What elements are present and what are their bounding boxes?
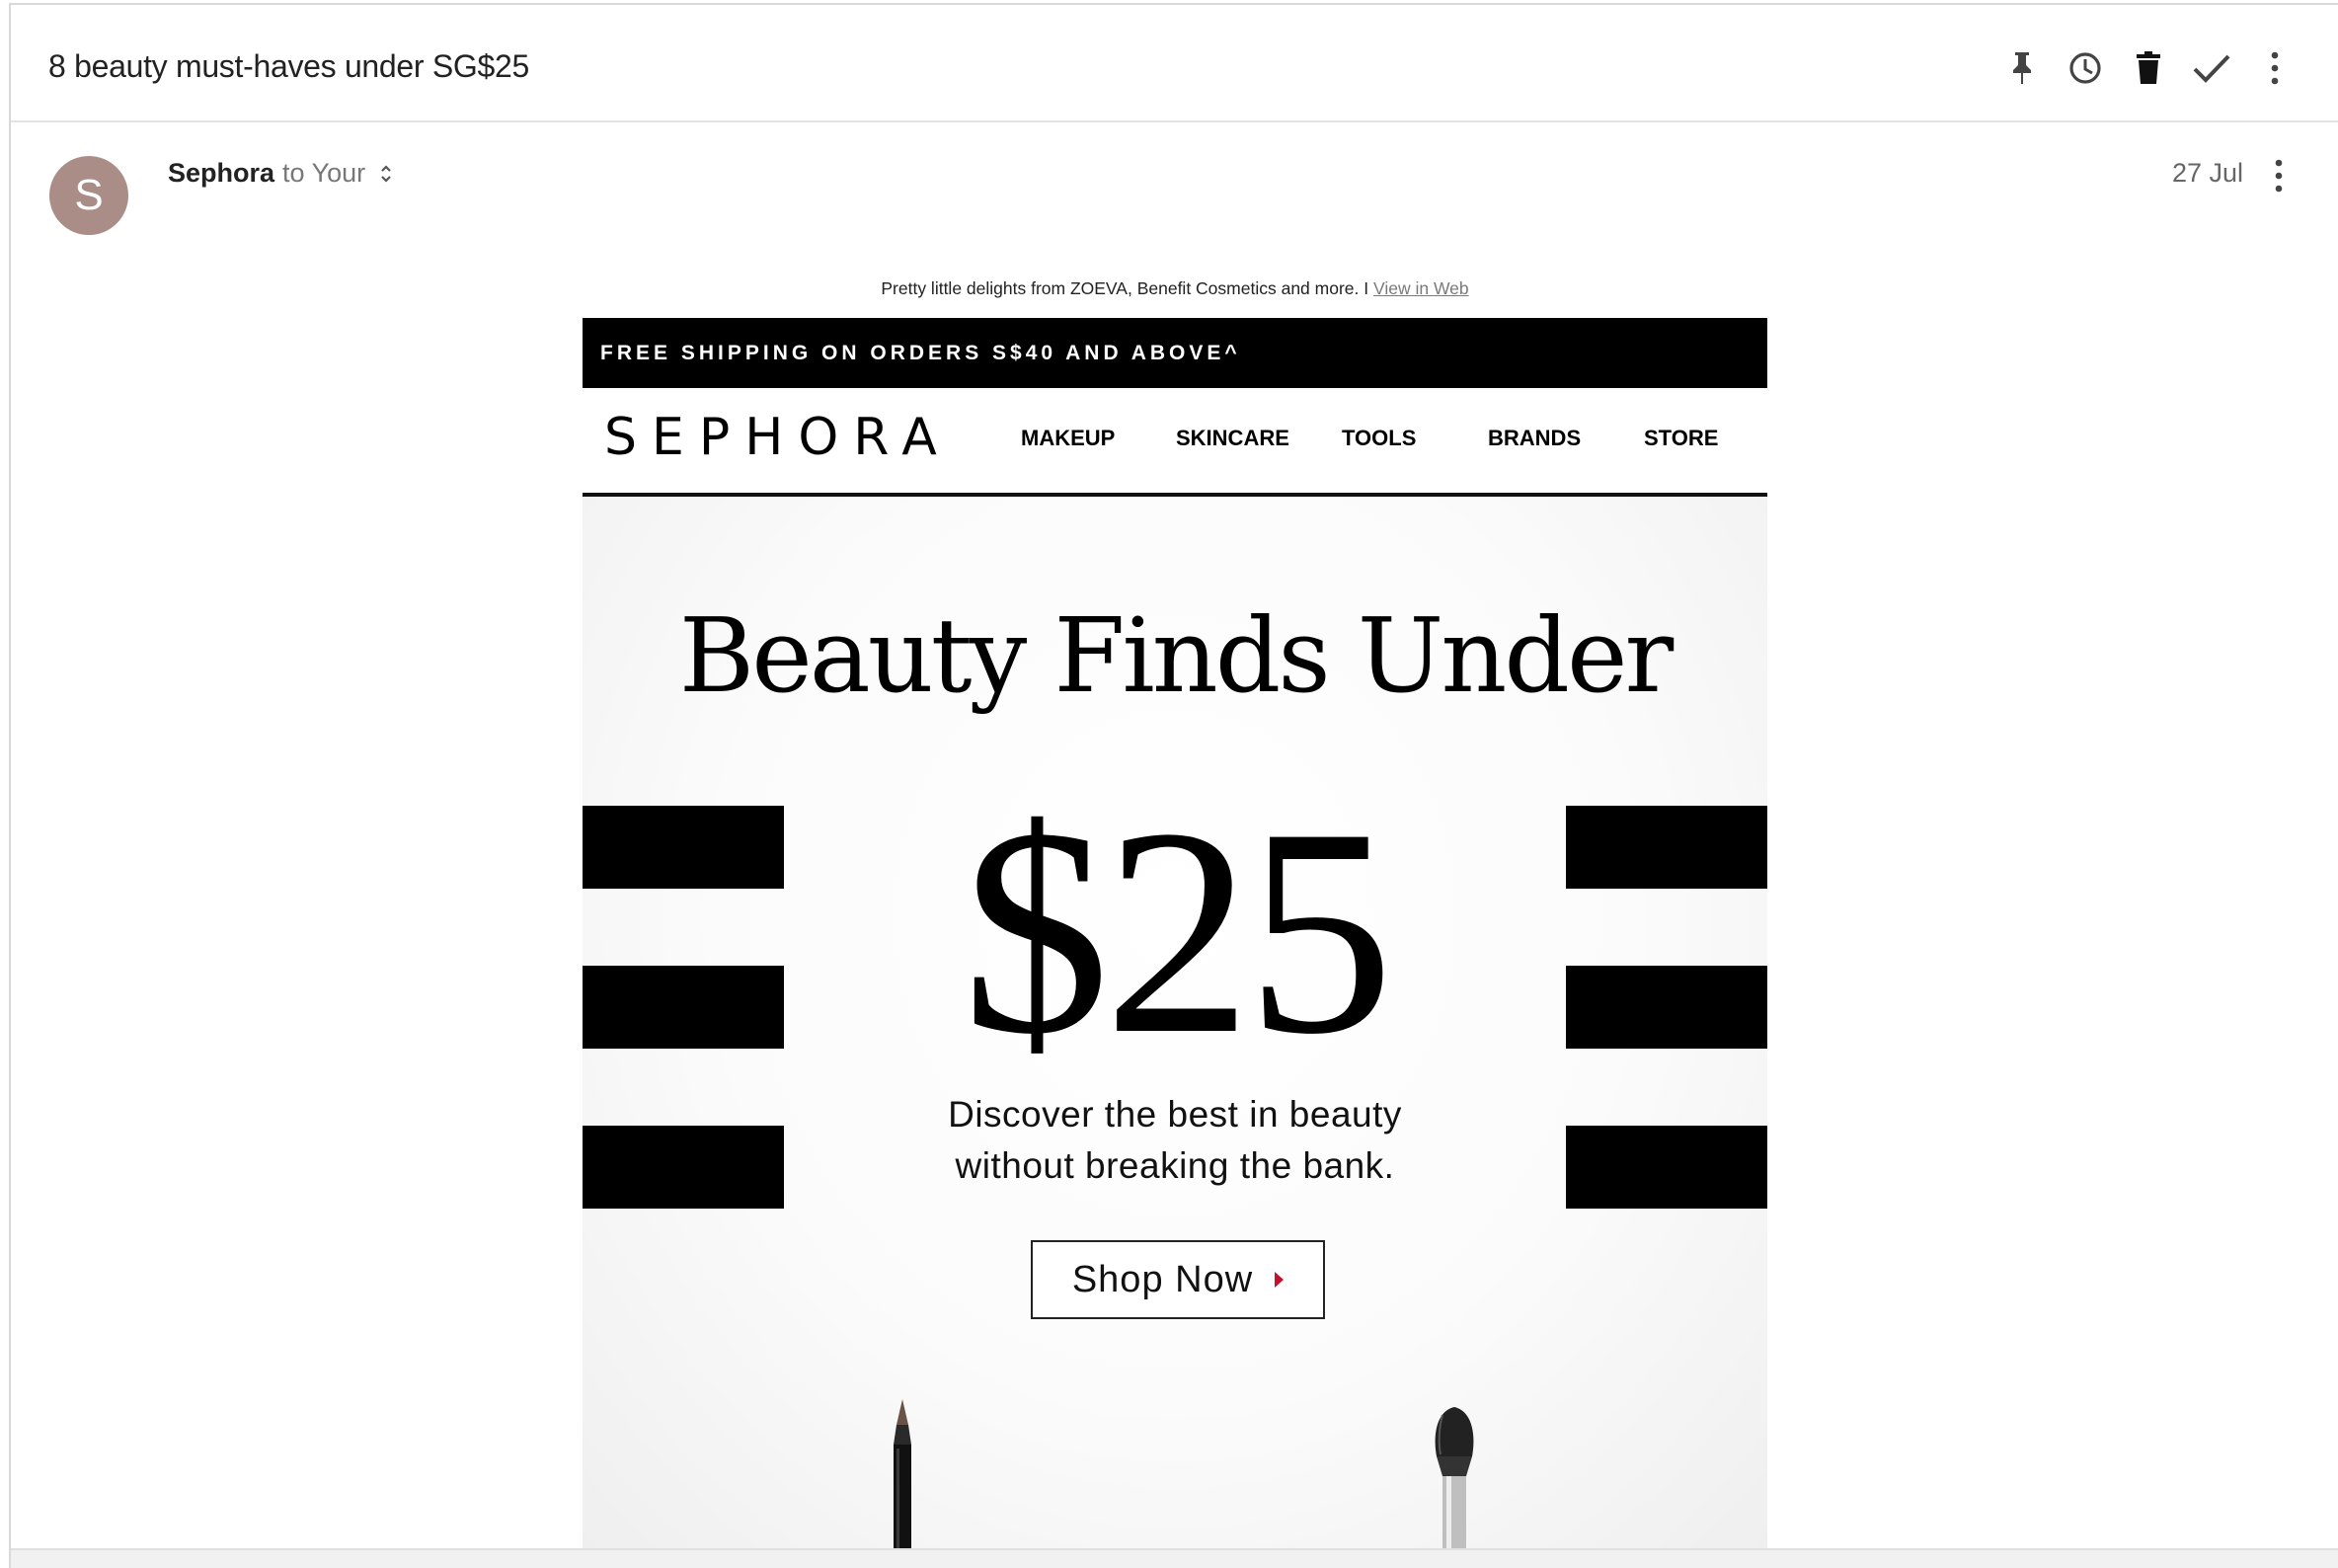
play-arrow-icon — [1275, 1272, 1285, 1288]
email-toolbar — [1983, 44, 2299, 92]
shop-now-label: Shop Now — [1071, 1258, 1254, 1300]
nav-brands[interactable]: BRANDS — [1488, 426, 1581, 451]
shop-now-button[interactable]: Shop Now — [1031, 1240, 1325, 1319]
view-in-web-link[interactable]: View in Web — [1373, 278, 1469, 298]
hero-desc-line2: without breaking the bank. — [955, 1145, 1395, 1186]
shipping-banner[interactable]: FREE SHIPPING ON ORDERS S$40 AND ABOVE^ — [583, 318, 1767, 388]
nav-store[interactable]: STORE — [1644, 426, 1718, 451]
preheader: Pretty little delights from ZOEVA, Benef… — [583, 278, 1767, 299]
email-date: 27 Jul — [2171, 158, 2243, 188]
subject-bar: 8 beauty must-haves under SG$25 — [11, 5, 2338, 122]
nav-tools[interactable]: TOOLS — [1342, 426, 1416, 451]
eye-pencil-image — [894, 1399, 911, 1548]
nav-makeup[interactable]: MAKEUP — [1021, 426, 1115, 451]
makeup-brush-image — [1435, 1407, 1474, 1548]
hero-title: Beauty Finds Under — [678, 595, 1674, 716]
snooze-clock-icon[interactable] — [2062, 44, 2109, 92]
avatar-letter: S — [74, 171, 104, 219]
sender-line: Sephora to Your — [168, 158, 393, 189]
expand-details-icon[interactable] — [379, 163, 393, 185]
pin-icon[interactable] — [1998, 44, 2046, 92]
more-vert-icon[interactable] — [2251, 44, 2299, 92]
window-bottom-edge — [11, 1548, 2338, 1568]
brand-navbar: SEPHORA MAKEUP SKINCARE TOOLS BRANDS STO… — [583, 388, 1767, 497]
trash-icon[interactable] — [2125, 44, 2172, 92]
hero-desc-line1: Discover the best in beauty — [948, 1094, 1402, 1135]
sephora-logo[interactable]: SEPHORA — [604, 408, 952, 467]
recipient-text: to Your — [282, 158, 366, 188]
message-more-icon[interactable] — [2259, 152, 2299, 199]
sender-name[interactable]: Sephora — [168, 158, 274, 189]
preheader-text: Pretty little delights from ZOEVA, Benef… — [881, 278, 1369, 298]
sender-avatar: S — [49, 156, 128, 235]
shipping-banner-text: FREE SHIPPING ON ORDERS S$40 AND ABOVE^ — [600, 342, 1241, 364]
hero-description: Discover the best in beauty without brea… — [583, 1089, 1767, 1192]
done-check-icon[interactable] — [2188, 44, 2235, 92]
email-subject: 8 beauty must-haves under SG$25 — [48, 48, 529, 84]
nav-skincare[interactable]: SKINCARE — [1176, 426, 1289, 451]
hero-banner[interactable]: Beauty Finds Under $25 Discover the best… — [583, 497, 1767, 1548]
hero-price: $25 — [962, 767, 1394, 1095]
